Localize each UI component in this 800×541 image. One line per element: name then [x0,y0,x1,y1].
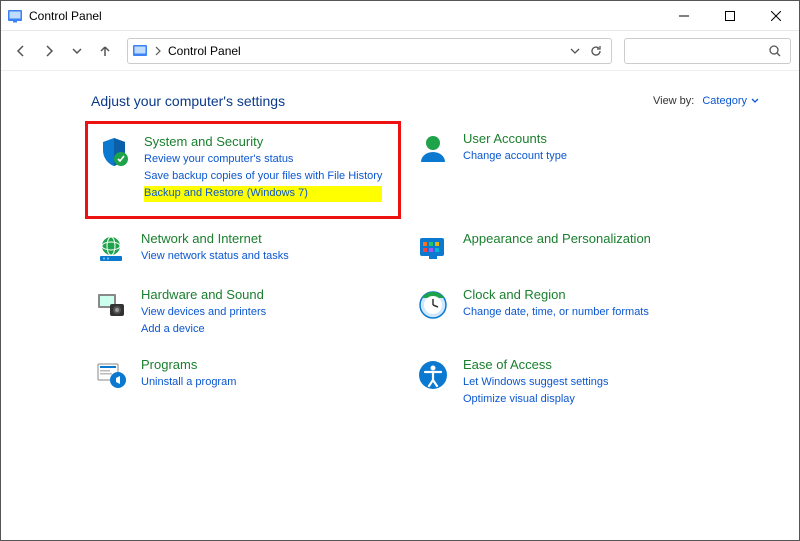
highlight-annotation: System and Security Review your computer… [85,121,401,219]
page-heading: Adjust your computer's settings [91,93,285,109]
control-panel-icon [7,8,23,24]
search-input[interactable] [624,38,791,64]
navbar: Control Panel [1,31,799,71]
category-link[interactable]: Add a device [141,322,266,338]
address-path: Control Panel [168,44,241,58]
category-item: Programs Uninstall a program [91,353,401,401]
category-item: System and Security Review your computer… [94,130,392,210]
category-title[interactable]: Clock and Region [463,287,649,304]
user-icon [415,131,451,167]
minimize-button[interactable] [661,1,707,31]
view-by: View by: Category [653,95,759,107]
category-link[interactable]: View network status and tasks [141,249,289,265]
category-link[interactable]: Optimize visual display [463,392,609,408]
up-button[interactable] [93,39,117,63]
address-dropdown-icon[interactable] [569,45,581,57]
category-item: User Accounts Change account type [413,127,713,175]
category-link[interactable]: Change date, time, or number formats [463,305,649,321]
category-title[interactable]: Ease of Access [463,357,609,374]
category-link[interactable]: Uninstall a program [141,375,236,391]
close-button[interactable] [753,1,799,31]
forward-button[interactable] [37,39,61,63]
category-grid: System and Security Review your computer… [91,127,769,416]
category-title[interactable]: Appearance and Personalization [463,231,651,248]
category-title[interactable]: User Accounts [463,131,567,148]
hardware-icon [93,287,129,323]
view-by-dropdown[interactable]: Category [702,95,759,107]
recent-dropdown[interactable] [65,39,89,63]
back-button[interactable] [9,39,33,63]
category-title[interactable]: System and Security [144,134,382,151]
appearance-icon [415,231,451,267]
refresh-button[interactable] [589,44,603,58]
view-by-value: Category [702,95,747,107]
category-title[interactable]: Programs [141,357,236,374]
category-title[interactable]: Hardware and Sound [141,287,266,304]
window-title: Control Panel [29,9,102,23]
category-link[interactable]: View devices and printers [141,305,266,321]
category-link[interactable]: Backup and Restore (Windows 7) [144,186,382,202]
category-title[interactable]: Network and Internet [141,231,289,248]
category-item: Clock and Region Change date, time, or n… [413,283,713,331]
window-controls [661,1,799,31]
category-link[interactable]: Let Windows suggest settings [463,375,609,391]
programs-icon [93,357,129,393]
shield-icon [96,134,132,170]
ease-icon [415,357,451,393]
category-link[interactable]: Change account type [463,149,567,165]
content-area: Adjust your computer's settings View by:… [1,71,799,426]
chevron-right-icon [154,46,162,56]
maximize-button[interactable] [707,1,753,31]
titlebar: Control Panel [1,1,799,31]
clock-icon [415,287,451,323]
search-icon [768,44,782,58]
category-item: Appearance and Personalization [413,227,713,275]
control-panel-icon [132,43,148,59]
category-link[interactable]: Save backup copies of your files with Fi… [144,169,382,185]
category-item: Ease of Access Let Windows suggest setti… [413,353,713,416]
category-item: Network and Internet View network status… [91,227,401,275]
category-item: Hardware and Sound View devices and prin… [91,283,401,346]
address-bar[interactable]: Control Panel [127,38,612,64]
network-icon [93,231,129,267]
view-by-label: View by: [653,95,694,107]
category-link[interactable]: Review your computer's status [144,152,382,168]
